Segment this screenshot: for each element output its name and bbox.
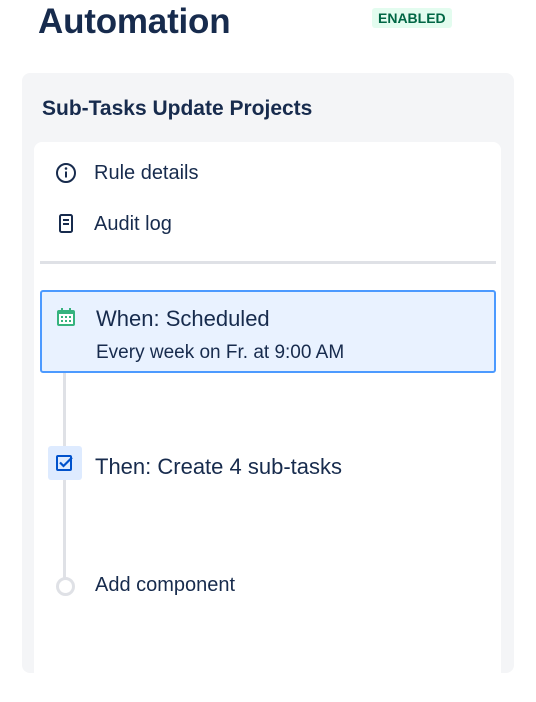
calendar-icon	[54, 305, 78, 329]
trigger-title: When: Scheduled	[96, 306, 270, 331]
rule-details-label: Rule details	[94, 161, 199, 184]
audit-log-link[interactable]: Audit log	[54, 212, 172, 236]
audit-log-label: Audit log	[94, 212, 172, 235]
page-title: Automation	[38, 2, 231, 41]
rule-card: Rule details Audit log When: Scheduled E…	[34, 142, 501, 702]
checkbox-icon	[48, 446, 82, 480]
trigger-schedule: Every week on Fr. at 9:00 AM	[96, 342, 345, 363]
trigger-scheduled[interactable]: When: Scheduled Every week on Fr. at 9:0…	[40, 290, 496, 373]
divider	[40, 261, 496, 264]
add-component-button[interactable]: Add component	[95, 574, 235, 597]
status-badge: ENABLED	[372, 8, 452, 28]
action-create-subtasks[interactable]: Then: Create 4 sub-tasks	[95, 454, 342, 480]
rule-name: Sub-Tasks Update Projects	[42, 97, 313, 120]
rule-panel: Sub-Tasks Update Projects Rule details A…	[22, 73, 514, 702]
info-icon	[54, 161, 78, 185]
audit-log-icon	[54, 212, 78, 236]
add-component-circle[interactable]	[56, 577, 75, 596]
rule-details-link[interactable]: Rule details	[54, 161, 199, 185]
